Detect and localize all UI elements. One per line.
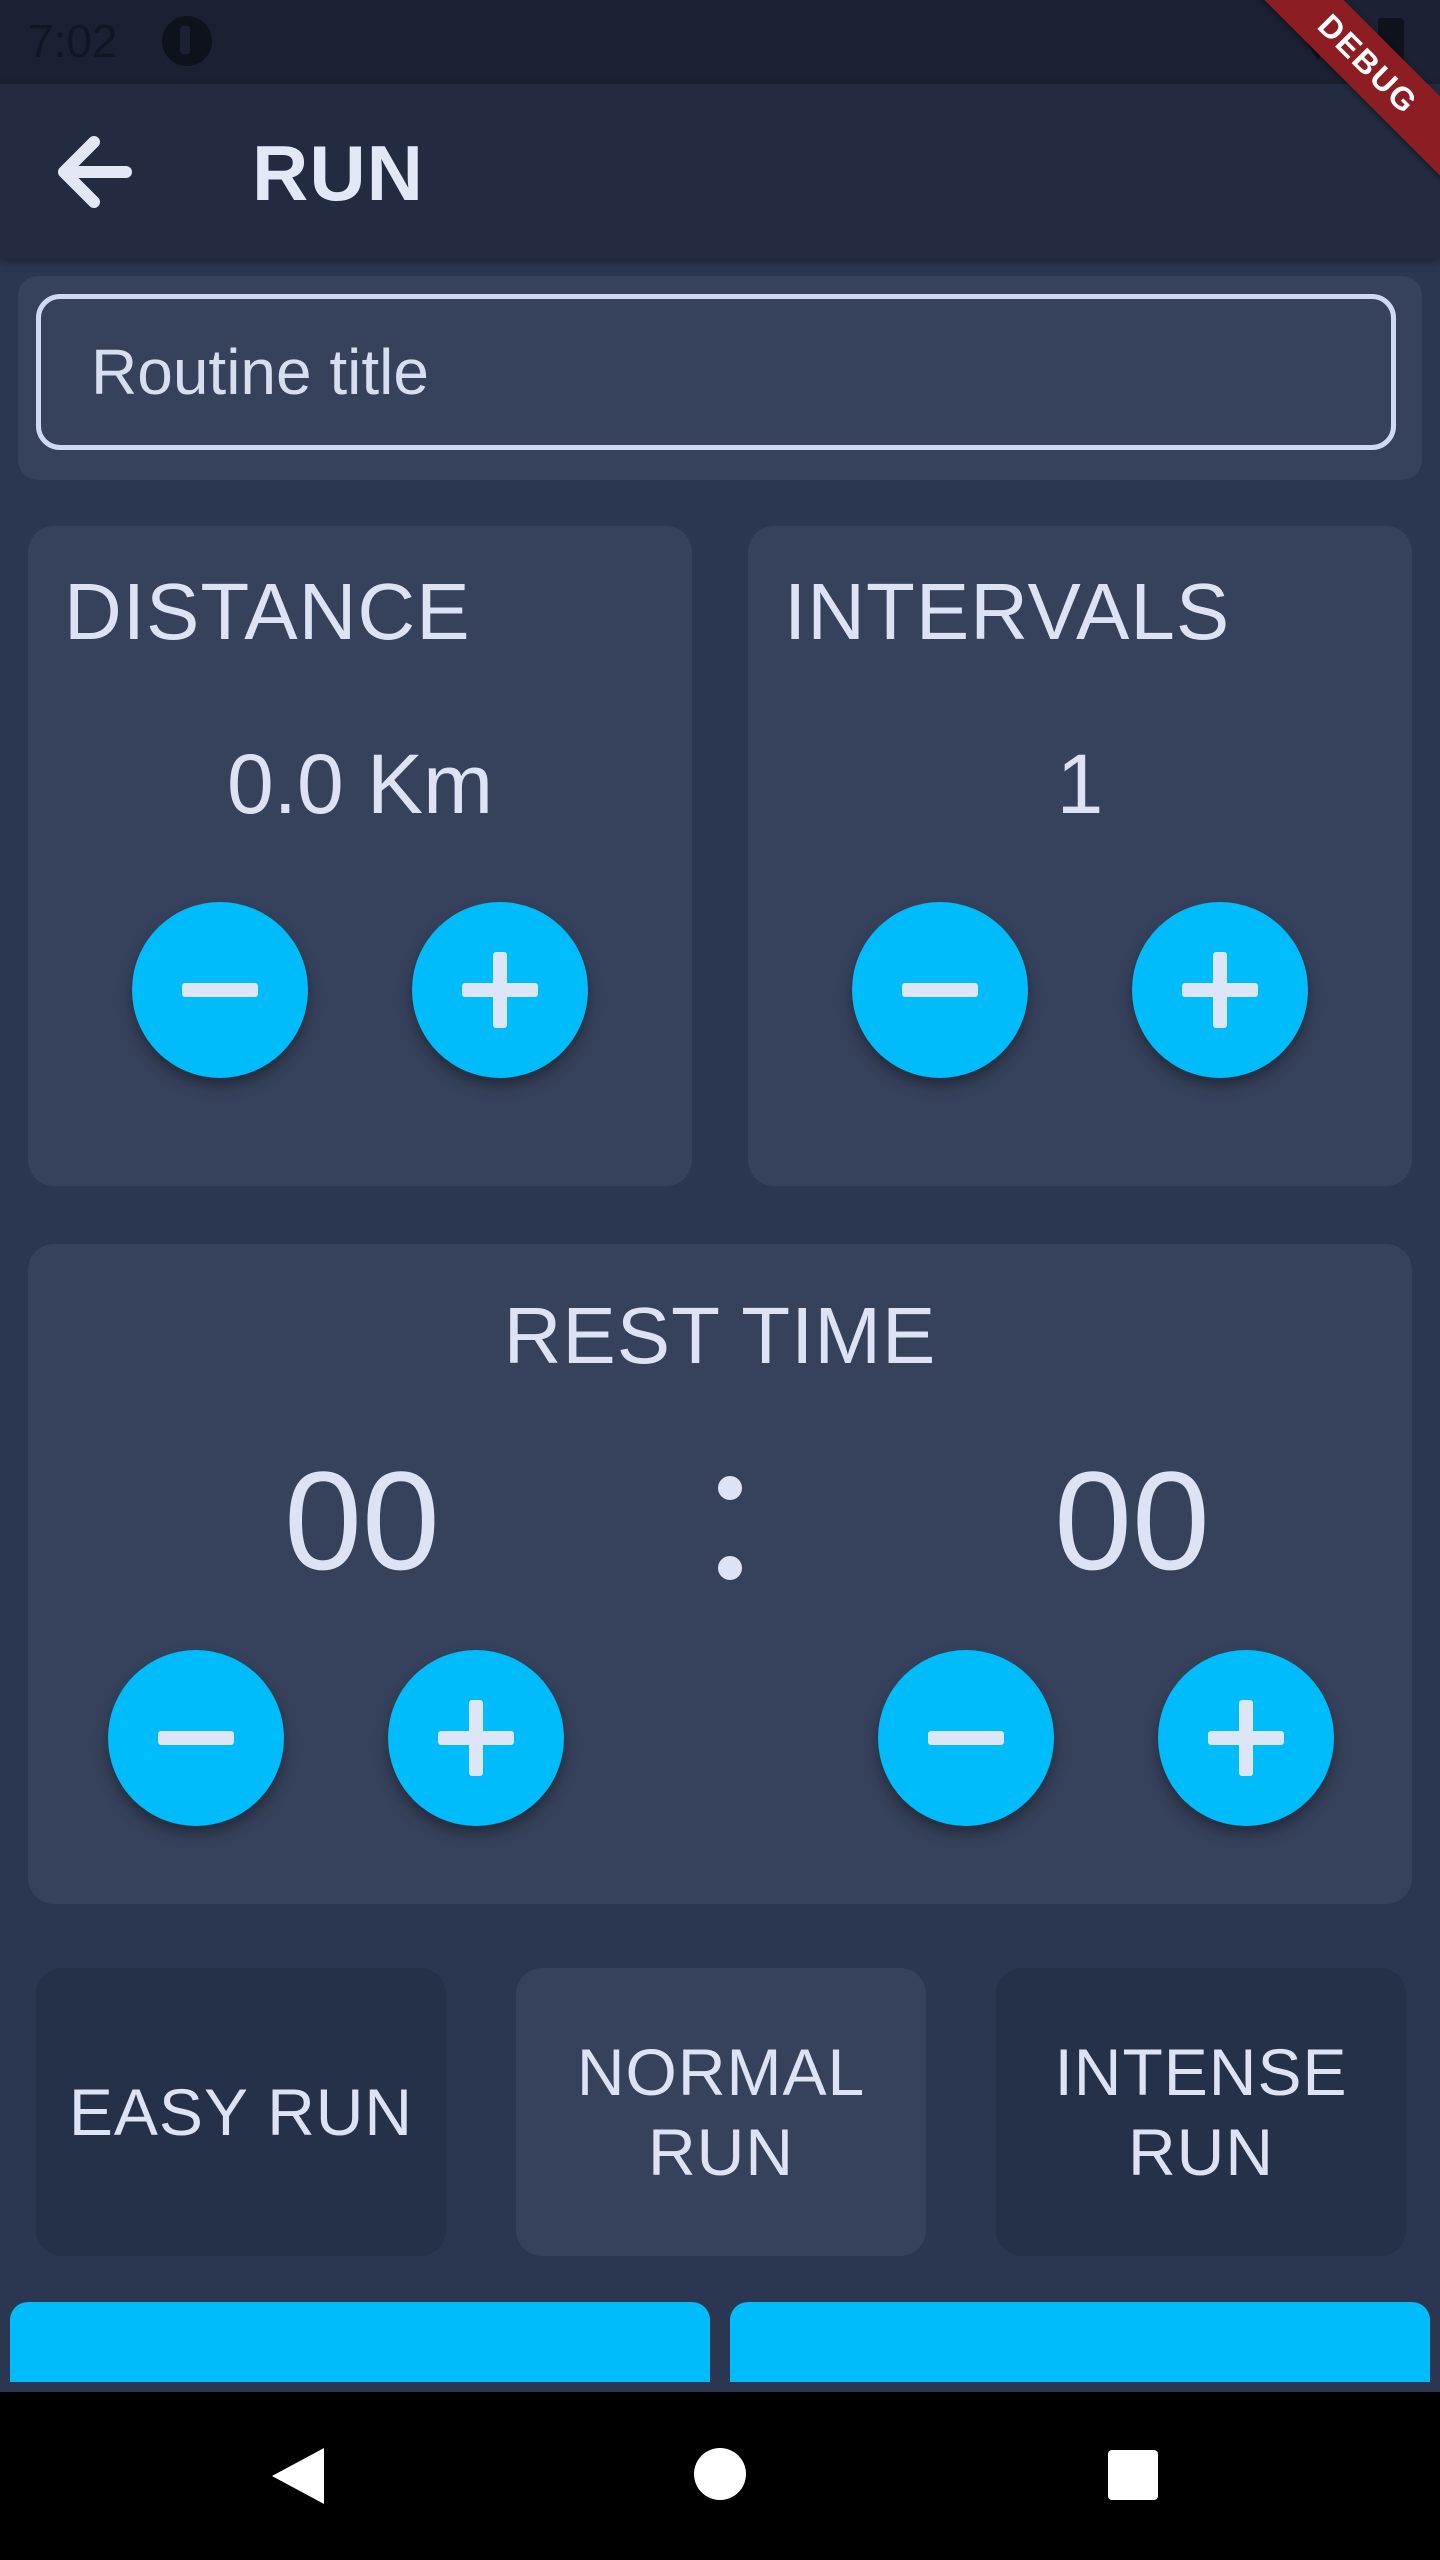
routine-title-card xyxy=(18,276,1422,480)
app-notification-icon xyxy=(162,16,212,66)
plus-icon xyxy=(1208,1700,1284,1776)
plus-icon xyxy=(462,952,538,1028)
plus-icon xyxy=(1182,952,1258,1028)
distance-decrement-button[interactable] xyxy=(132,902,308,1078)
intervals-value: 1 xyxy=(1056,737,1104,831)
distance-heading: DISTANCE xyxy=(64,567,471,656)
preset-intense-run-button[interactable]: INTENSE RUN xyxy=(996,1968,1406,2256)
page-title: RUN xyxy=(252,129,424,217)
rest-minutes-value: 00 xyxy=(284,1442,440,1599)
intervals-decrement-button[interactable] xyxy=(852,902,1028,1078)
nav-recents-icon[interactable] xyxy=(1108,2450,1158,2500)
bottom-right-action-button[interactable] xyxy=(730,2302,1430,2382)
rest-time-card: REST TIME 00 00 xyxy=(28,1244,1412,1904)
rest-seconds-increment-button[interactable] xyxy=(1158,1650,1334,1826)
arrow-back-icon xyxy=(58,136,132,208)
rest-time-heading: REST TIME xyxy=(503,1291,937,1380)
status-bar: 7:02 xyxy=(0,0,1440,84)
intervals-increment-button[interactable] xyxy=(1132,902,1308,1078)
back-button[interactable] xyxy=(44,124,144,220)
intervals-card: INTERVALS 1 xyxy=(748,526,1412,1186)
app-bar: RUN xyxy=(0,84,1440,258)
rest-seconds-value: 00 xyxy=(1054,1442,1210,1599)
plus-icon xyxy=(438,1700,514,1776)
preset-easy-run-button[interactable]: EASY RUN xyxy=(36,1968,446,2256)
minus-icon xyxy=(902,983,978,997)
preset-normal-run-button[interactable]: NORMAL RUN xyxy=(516,1968,926,2256)
rest-minutes-increment-button[interactable] xyxy=(388,1650,564,1826)
distance-value: 0.0 Km xyxy=(226,737,494,831)
time-separator xyxy=(710,1462,750,1592)
rest-seconds-decrement-button[interactable] xyxy=(878,1650,1054,1826)
intervals-heading: INTERVALS xyxy=(784,567,1231,656)
minus-icon xyxy=(158,1731,234,1745)
status-time: 7:02 xyxy=(28,15,118,67)
distance-increment-button[interactable] xyxy=(412,902,588,1078)
nav-back-icon[interactable] xyxy=(272,2448,324,2504)
system-navigation-bar xyxy=(0,2392,1440,2560)
bottom-left-action-button[interactable] xyxy=(10,2302,710,2382)
minus-icon xyxy=(928,1731,1004,1745)
rest-minutes-decrement-button[interactable] xyxy=(108,1650,284,1826)
nav-home-icon[interactable] xyxy=(694,2448,746,2500)
minus-icon xyxy=(182,983,258,997)
routine-title-input[interactable] xyxy=(36,294,1396,450)
distance-card: DISTANCE 0.0 Km xyxy=(28,526,692,1186)
